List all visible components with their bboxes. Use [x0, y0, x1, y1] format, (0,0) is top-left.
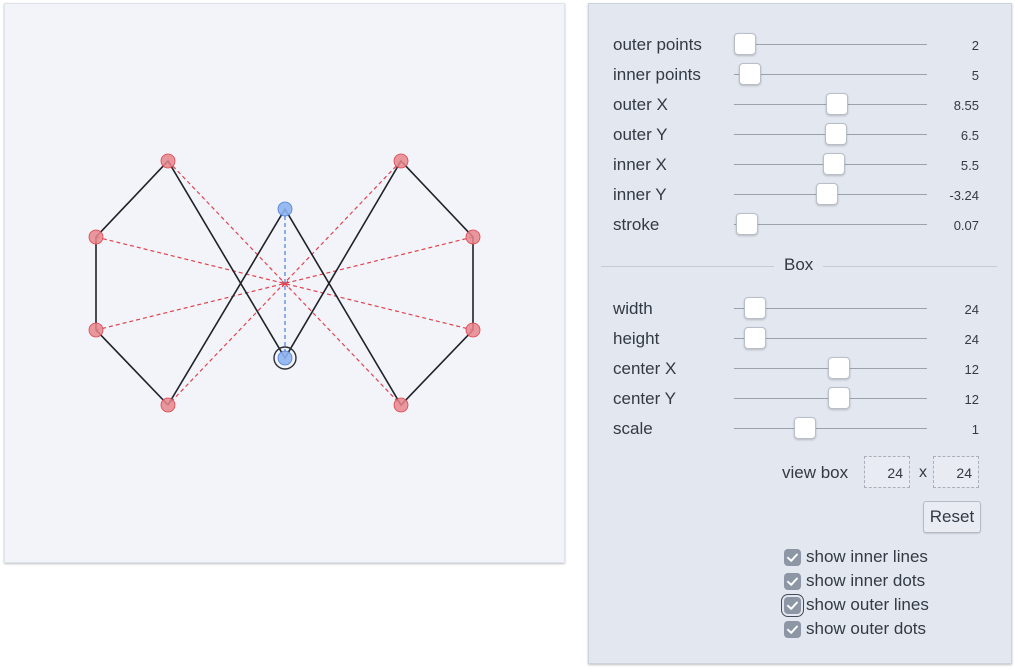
checkbox-label: show outer lines — [806, 595, 929, 614]
slider-label: center Y — [613, 389, 677, 408]
slider-label: outer points — [613, 35, 702, 54]
slider-scale: scale 1 — [589, 417, 1011, 441]
slider-thumb[interactable] — [824, 123, 847, 145]
slider-thumb[interactable] — [822, 153, 845, 175]
outer-dot[interactable] — [160, 397, 176, 413]
slider-thumb[interactable] — [734, 33, 756, 55]
viewbox-width-input[interactable]: 24 — [864, 456, 910, 488]
slider-value: 24 — [964, 302, 979, 317]
slider-thumb[interactable] — [744, 297, 767, 319]
slider-value: 2 — [971, 38, 979, 53]
slider-value: 1 — [971, 422, 979, 437]
outer-dot[interactable] — [393, 153, 409, 169]
outer-dot[interactable] — [160, 153, 176, 169]
slider-outer-X: outer X 8.55 — [589, 93, 1011, 117]
slider-value: 0.07 — [953, 218, 979, 233]
slider-inner-Y: inner Y -3.24 — [589, 183, 1011, 207]
checkbox-label: show outer dots — [806, 619, 927, 638]
box-section-title: Box — [774, 255, 824, 275]
slider-label: outer Y — [613, 125, 668, 144]
slider-label: stroke — [613, 215, 660, 234]
slider-track[interactable] — [734, 74, 927, 75]
slider-label: width — [613, 299, 653, 318]
slider-outer-points: outer points 2 — [589, 33, 1011, 57]
slider-thumb[interactable] — [793, 417, 816, 439]
slider-thumb[interactable] — [828, 357, 851, 379]
slider-value: 24 — [964, 332, 979, 347]
slider-label: scale — [613, 419, 653, 438]
check-icon — [787, 625, 798, 634]
slider-thumb[interactable] — [828, 387, 851, 409]
slider-stroke: stroke 0.07 — [589, 213, 1011, 237]
outer-dot[interactable] — [465, 322, 481, 338]
slider-width: width 24 — [589, 297, 1011, 321]
slider-value: 12 — [964, 362, 979, 377]
slider-track[interactable] — [734, 44, 927, 45]
slider-label: center X — [613, 359, 677, 378]
checkbox-label: show inner dots — [806, 571, 926, 590]
slider-value: 12 — [964, 392, 979, 407]
slider-track[interactable] — [734, 428, 927, 429]
outer-dot[interactable] — [393, 397, 409, 413]
preview-canvas — [4, 3, 565, 563]
inner-dot[interactable] — [277, 350, 293, 366]
reset-button[interactable]: Reset — [923, 501, 981, 533]
slider-value: 5 — [971, 68, 979, 83]
checkbox-input[interactable] — [784, 573, 801, 590]
checkbox-input[interactable] — [784, 549, 801, 566]
slider-thumb[interactable] — [735, 213, 758, 235]
slider-value: -3.24 — [949, 188, 979, 203]
slider-label: inner Y — [613, 185, 667, 204]
slider-value: 8.55 — [953, 98, 979, 113]
outer-dot[interactable] — [88, 229, 104, 245]
slider-center-Y: center Y 12 — [589, 387, 1011, 411]
check-icon — [787, 577, 798, 586]
slider-label: inner X — [613, 155, 667, 174]
slider-track[interactable] — [734, 224, 927, 225]
viewbox-height-input[interactable]: 24 — [933, 456, 979, 488]
viewbox-label: view box — [782, 463, 849, 482]
slider-thumb[interactable] — [739, 63, 762, 85]
slider-center-X: center X 12 — [589, 357, 1011, 381]
slider-value: 6.5 — [960, 128, 979, 143]
slider-thumb[interactable] — [816, 183, 839, 205]
checkbox-input[interactable] — [784, 597, 801, 614]
slider-height: height 24 — [589, 327, 1011, 351]
shape-preview — [88, 153, 481, 413]
check-icon — [787, 601, 798, 610]
slider-label: outer X — [613, 95, 668, 114]
controls-panel: outer points 2 inner points 5 outer X 8.55 out… — [588, 3, 1012, 664]
check-icon — [787, 553, 798, 562]
slider-thumb[interactable] — [826, 93, 849, 115]
slider-inner-X: inner X 5.5 — [589, 153, 1011, 177]
inner-dot[interactable] — [277, 201, 293, 217]
slider-label: inner points — [613, 65, 701, 84]
outer-dot[interactable] — [465, 229, 481, 245]
slider-outer-Y: outer Y 6.5 — [589, 123, 1011, 147]
viewbox-separator: x — [919, 464, 927, 481]
slider-thumb[interactable] — [744, 327, 767, 349]
checkbox-input[interactable] — [784, 621, 801, 638]
outer-dot[interactable] — [88, 322, 104, 338]
slider-label: height — [613, 329, 660, 348]
slider-inner-points: inner points 5 — [589, 63, 1011, 87]
slider-value: 5.5 — [960, 158, 979, 173]
checkbox-label: show inner lines — [806, 547, 928, 566]
